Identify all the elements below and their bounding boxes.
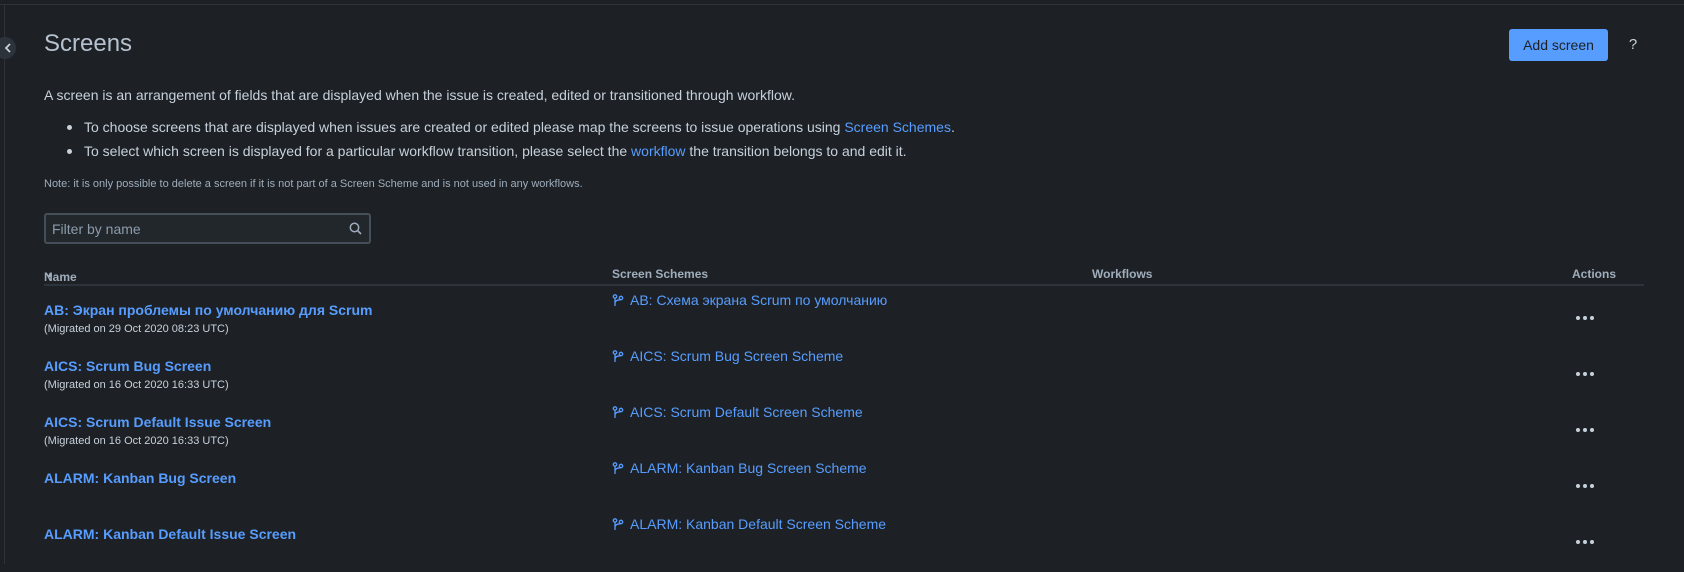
intro-text: A screen is an arrangement of fields tha… <box>44 87 795 103</box>
more-actions-button[interactable] <box>1571 474 1599 498</box>
screen-scheme-link[interactable]: AB: Схема экрана Scrum по умолчанию <box>612 292 887 308</box>
branch-icon <box>612 517 624 530</box>
branch-icon <box>612 405 624 418</box>
filter-box <box>44 213 371 244</box>
sidebar-collapse-button[interactable] <box>0 37 16 59</box>
table-header: Name ▲ Screen Schemes Workflows Actions <box>44 264 1644 286</box>
add-screen-button[interactable]: Add screen <box>1509 29 1608 61</box>
filter-input[interactable] <box>46 215 341 242</box>
table-row: AB: Экран проблемы по умолчанию для Scru… <box>44 292 1644 348</box>
migrated-note: (Migrated on 16 Oct 2020 16:33 UTC) <box>44 435 229 447</box>
branch-icon <box>612 461 624 474</box>
help-icon[interactable]: ? <box>1624 32 1642 56</box>
branch-icon <box>612 349 624 362</box>
search-icon[interactable] <box>341 222 369 235</box>
column-header-actions: Actions <box>1572 267 1617 281</box>
more-actions-button[interactable] <box>1571 306 1599 330</box>
screen-name-link[interactable]: AICS: Scrum Bug Screen <box>44 358 211 374</box>
table-row: AICS: Scrum Bug Screen (Migrated on 16 O… <box>44 348 1644 404</box>
more-actions-button[interactable] <box>1571 530 1599 554</box>
intro-bullets: To choose screens that are displayed whe… <box>44 117 955 165</box>
column-header-screen-schemes: Screen Schemes <box>612 267 709 281</box>
screen-schemes-link[interactable]: Screen Schemes <box>844 119 951 135</box>
column-header-workflows: Workflows <box>1092 267 1153 281</box>
workflow-link[interactable]: workflow <box>631 143 685 159</box>
migrated-note: (Migrated on 29 Oct 2020 08:23 UTC) <box>44 323 229 335</box>
bullet-screen-schemes: To choose screens that are displayed whe… <box>44 117 955 141</box>
screen-scheme-link[interactable]: AICS: Scrum Bug Screen Scheme <box>612 348 843 364</box>
delete-note: Note: it is only possible to delete a sc… <box>44 178 583 190</box>
page-title: Screens <box>44 30 133 57</box>
branch-icon <box>612 293 624 306</box>
screen-name-link[interactable]: ALARM: Kanban Bug Screen <box>44 470 236 486</box>
table-row: AICS: Scrum Default Issue Screen (Migrat… <box>44 404 1644 460</box>
screen-scheme-link[interactable]: AICS: Scrum Default Screen Scheme <box>612 404 863 420</box>
screen-name-link[interactable]: AICS: Scrum Default Issue Screen <box>44 414 271 430</box>
screen-name-link[interactable]: AB: Экран проблемы по умолчанию для Scru… <box>44 302 372 318</box>
migrated-note: (Migrated on 16 Oct 2020 16:33 UTC) <box>44 379 229 391</box>
screen-scheme-link[interactable]: ALARM: Kanban Default Screen Scheme <box>612 516 886 532</box>
chevron-left-icon <box>4 43 11 53</box>
sidebar-rail <box>0 5 5 564</box>
main-content: Screens Add screen ? A screen is an arra… <box>44 0 1644 564</box>
more-actions-button[interactable] <box>1571 362 1599 386</box>
screen-name-link[interactable]: ALARM: Kanban Default Issue Screen <box>44 526 296 542</box>
screen-scheme-link[interactable]: ALARM: Kanban Bug Screen Scheme <box>612 460 867 476</box>
more-actions-button[interactable] <box>1571 418 1599 442</box>
sort-ascending-icon: ▲ <box>46 270 54 279</box>
table-row: ALARM: Kanban Bug Screen ALARM: Kanban B… <box>44 460 1644 516</box>
bullet-workflow: To select which screen is displayed for … <box>44 141 955 165</box>
